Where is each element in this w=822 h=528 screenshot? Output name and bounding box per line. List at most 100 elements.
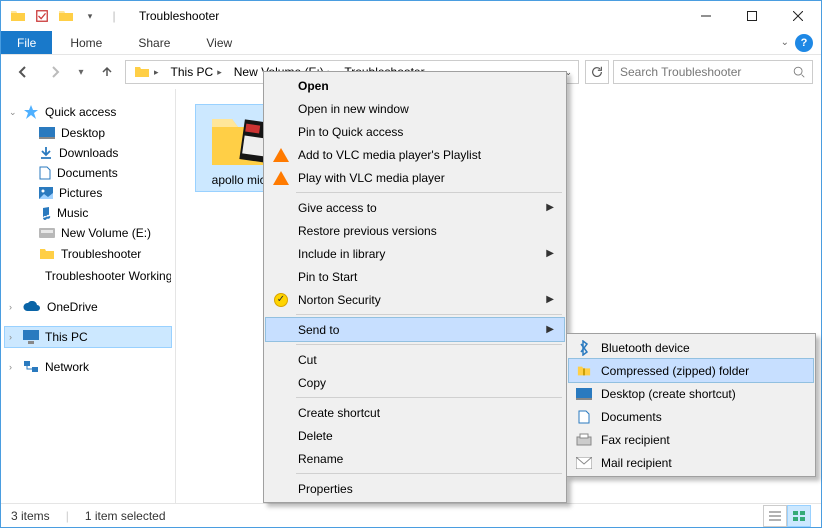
submenu-arrow-icon: ▶: [546, 248, 554, 259]
search-input[interactable]: Search Troubleshooter: [613, 60, 813, 84]
folder-icon: [39, 246, 55, 262]
ctx-create-shortcut[interactable]: Create shortcut: [266, 401, 564, 424]
navitem-desktop[interactable]: Desktop: [5, 123, 171, 143]
star-icon: [23, 104, 39, 120]
navitem-pictures[interactable]: Pictures: [5, 183, 171, 203]
sendto-bluetooth[interactable]: Bluetooth device: [569, 336, 813, 359]
vlc-icon: [272, 169, 290, 187]
forward-button[interactable]: [41, 58, 69, 86]
navitem-downloads[interactable]: Downloads: [5, 143, 171, 163]
minimize-button[interactable]: [683, 1, 729, 31]
back-button[interactable]: [9, 58, 37, 86]
submenu-arrow-icon: ▶: [546, 202, 554, 213]
sendto-fax[interactable]: Fax recipient: [569, 428, 813, 451]
separator: [296, 397, 562, 398]
view-switcher: [763, 505, 811, 527]
desktop-icon: [575, 385, 593, 403]
document-icon: [39, 166, 51, 180]
ctx-vlc-play[interactable]: Play with VLC media player: [266, 166, 564, 189]
navitem-troubleshooter-working[interactable]: Troubleshooter Working: [5, 265, 171, 287]
divider-icon: |: [103, 5, 125, 27]
ribbon: File Home Share View ⌄ ?: [1, 31, 821, 55]
context-menu: Open Open in new window Pin to Quick acc…: [263, 71, 567, 503]
download-icon: [39, 146, 53, 160]
ctx-restore-previous[interactable]: Restore previous versions: [266, 219, 564, 242]
folder-icon: ▸: [128, 61, 165, 83]
network-icon: [23, 360, 39, 374]
sendto-submenu: Bluetooth device Compressed (zipped) fol…: [566, 333, 816, 477]
pictures-icon: [39, 187, 53, 199]
pc-icon: [23, 330, 39, 344]
separator: [296, 473, 562, 474]
icons-view-button[interactable]: [787, 505, 811, 527]
onedrive-icon: [23, 301, 41, 313]
ctx-give-access[interactable]: Give access to▶: [266, 196, 564, 219]
navitem-music[interactable]: Music: [5, 203, 171, 223]
sendto-desktop-shortcut[interactable]: Desktop (create shortcut): [569, 382, 813, 405]
navitem-onedrive[interactable]: › OneDrive: [5, 297, 171, 317]
folder-icon: [55, 5, 77, 27]
navitem-this-pc[interactable]: › This PC: [5, 327, 171, 347]
tab-view[interactable]: View: [188, 31, 250, 54]
qat-dropdown-icon[interactable]: ▾: [79, 5, 101, 27]
submenu-arrow-icon: ▶: [546, 294, 554, 305]
ctx-send-to[interactable]: Send to▶: [266, 318, 564, 341]
search-placeholder: Search Troubleshooter: [620, 65, 741, 79]
recent-button[interactable]: ▾: [73, 58, 89, 86]
vlc-icon: [272, 146, 290, 164]
norton-icon: ✓: [272, 291, 290, 309]
ctx-open[interactable]: Open: [266, 74, 564, 97]
search-icon: [792, 65, 806, 79]
maximize-button[interactable]: [729, 1, 775, 31]
ctx-pin-start[interactable]: Pin to Start: [266, 265, 564, 288]
help-icon[interactable]: ?: [795, 34, 813, 52]
sendto-compressed-folder[interactable]: Compressed (zipped) folder: [569, 359, 813, 382]
separator: [296, 344, 562, 345]
quick-access-toolbar: ▾: [7, 5, 101, 27]
ctx-norton[interactable]: ✓Norton Security▶: [266, 288, 564, 311]
ctx-rename[interactable]: Rename: [266, 447, 564, 470]
desktop-icon: [39, 127, 55, 139]
music-icon: [39, 206, 51, 220]
sendto-mail[interactable]: Mail recipient: [569, 451, 813, 474]
submenu-arrow-icon: ▶: [546, 324, 554, 335]
navigation-pane: ⌄ Quick access Desktop Downloads Documen…: [1, 89, 176, 509]
up-button[interactable]: [93, 58, 121, 86]
close-button[interactable]: [775, 1, 821, 31]
bluetooth-icon: [575, 339, 593, 357]
window-title: Troubleshooter: [139, 9, 219, 23]
tab-home[interactable]: Home: [52, 31, 120, 54]
mail-icon: [575, 454, 593, 472]
navitem-documents[interactable]: Documents: [5, 163, 171, 183]
navitem-network[interactable]: › Network: [5, 357, 171, 377]
ctx-cut[interactable]: Cut: [266, 348, 564, 371]
separator: [296, 192, 562, 193]
ctx-include-library[interactable]: Include in library▶: [266, 242, 564, 265]
ribbon-expand-icon[interactable]: ⌄: [781, 37, 789, 48]
ctx-properties[interactable]: Properties: [266, 477, 564, 500]
ctx-copy[interactable]: Copy: [266, 371, 564, 394]
ctx-vlc-add[interactable]: Add to VLC media player's Playlist: [266, 143, 564, 166]
navitem-troubleshooter[interactable]: Troubleshooter: [5, 243, 171, 265]
document-icon: [575, 408, 593, 426]
status-bar: 3 items | 1 item selected: [1, 503, 821, 527]
ctx-open-new-window[interactable]: Open in new window: [266, 97, 564, 120]
zip-icon: [575, 362, 593, 380]
fax-icon: [575, 431, 593, 449]
drive-icon: [39, 227, 55, 239]
navitem-quick-access[interactable]: ⌄ Quick access: [5, 101, 171, 123]
qat-properties-icon[interactable]: [31, 5, 53, 27]
ctx-pin-quick-access[interactable]: Pin to Quick access: [266, 120, 564, 143]
file-tab[interactable]: File: [1, 31, 52, 54]
folder-icon: [7, 5, 29, 27]
ctx-delete[interactable]: Delete: [266, 424, 564, 447]
separator: [296, 314, 562, 315]
tab-share[interactable]: Share: [120, 31, 188, 54]
breadcrumb-seg[interactable]: This PC▸: [165, 61, 228, 83]
navitem-volume-e[interactable]: New Volume (E:): [5, 223, 171, 243]
refresh-button[interactable]: [585, 60, 609, 84]
window-controls: [683, 1, 821, 31]
divider-icon: |: [66, 509, 69, 523]
sendto-documents[interactable]: Documents: [569, 405, 813, 428]
details-view-button[interactable]: [763, 505, 787, 527]
